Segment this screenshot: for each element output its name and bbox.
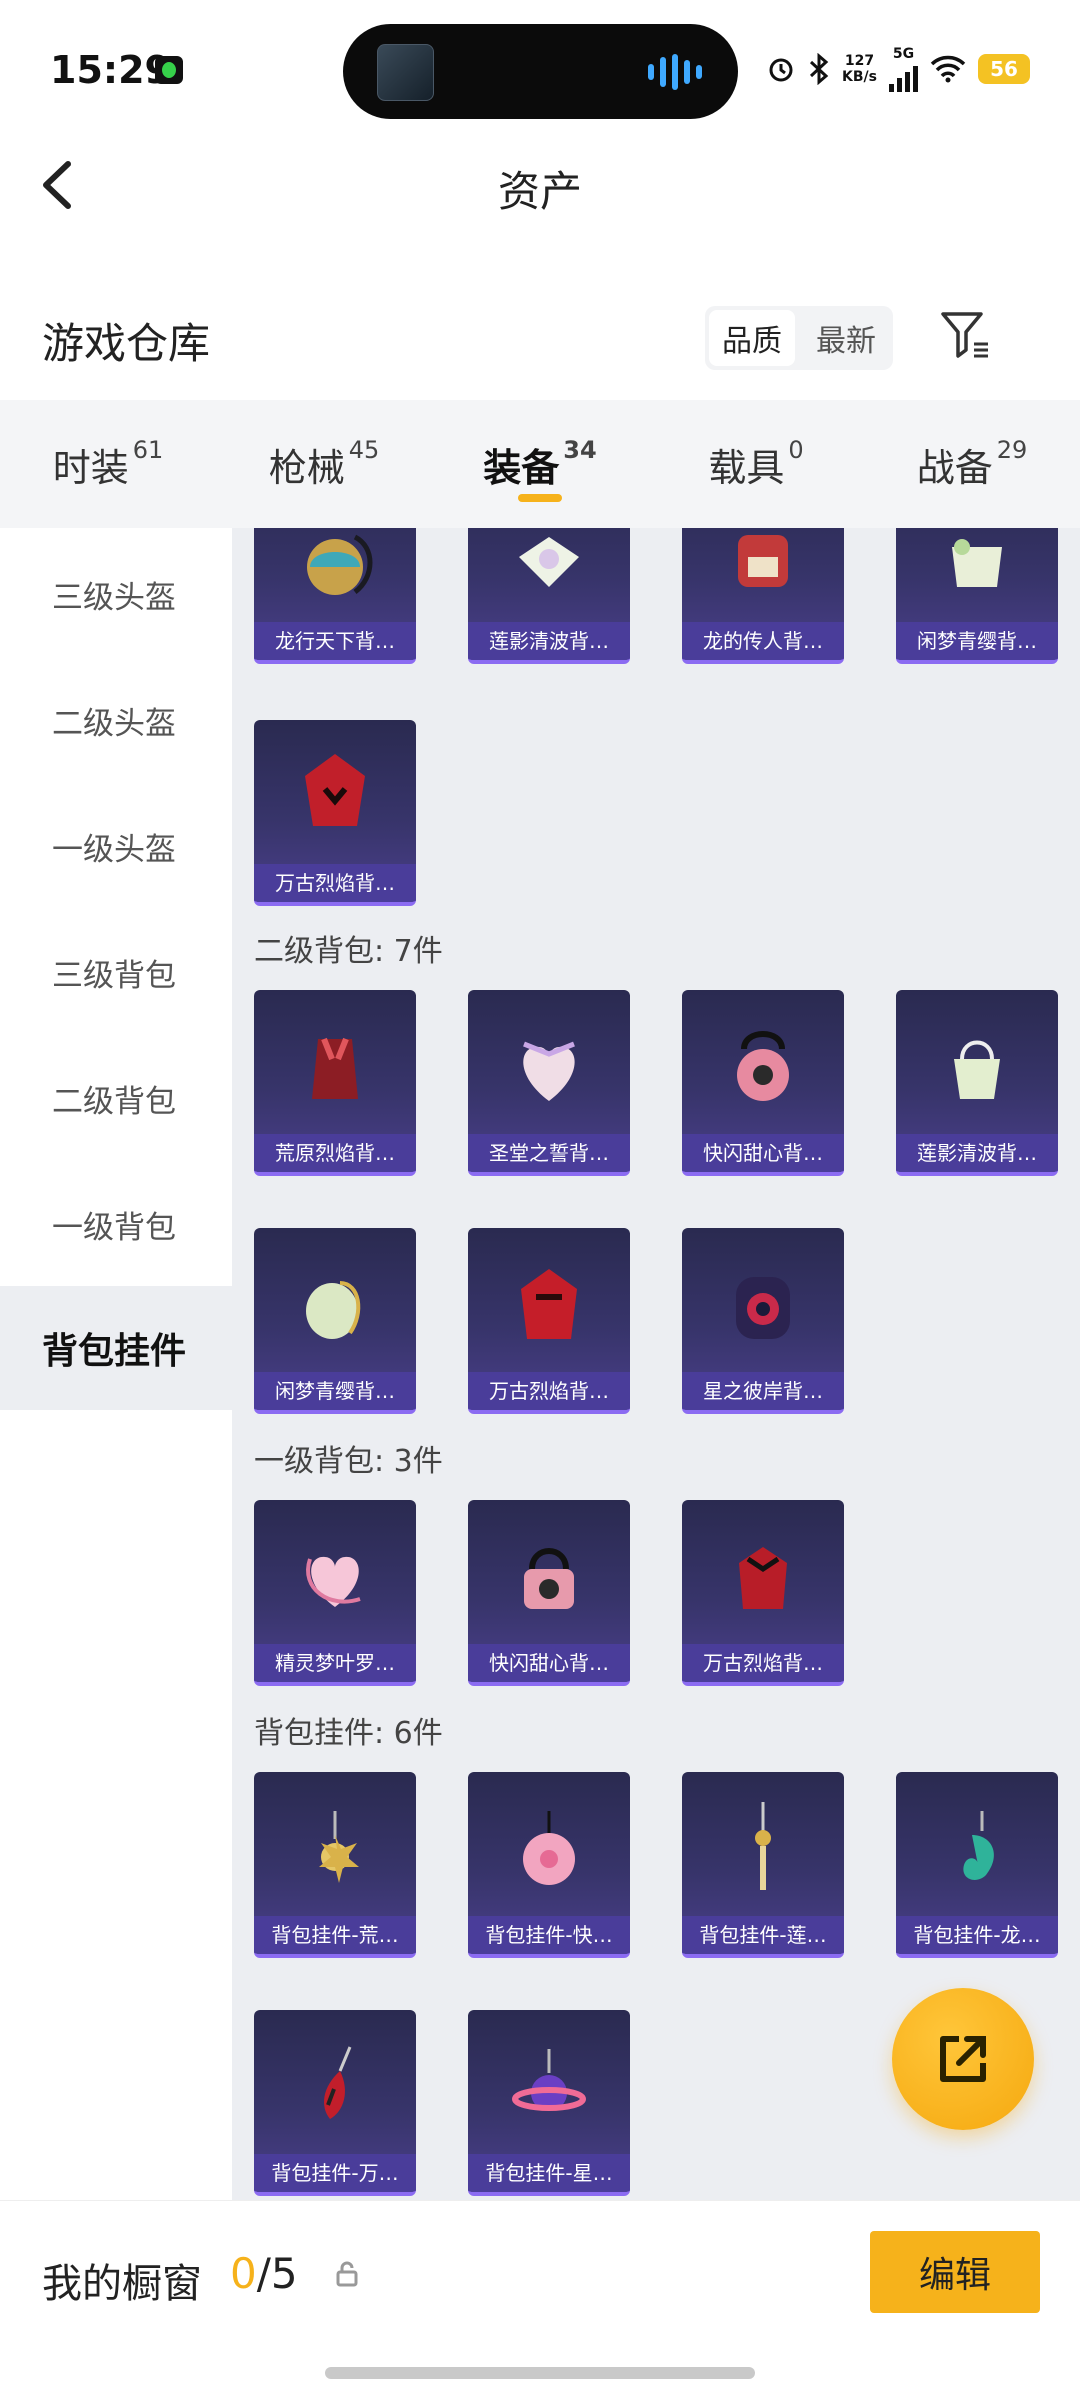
sort-quality-button[interactable]: 品质 xyxy=(709,310,795,366)
share-button[interactable] xyxy=(892,1988,1034,2130)
sun-charm-icon xyxy=(254,1772,416,1920)
status-time: 15:29 xyxy=(50,48,171,92)
red-backpack-icon xyxy=(682,1500,844,1648)
sidebar-item-lvl3-helmet[interactable]: 三级头盔 xyxy=(0,544,232,644)
heart-backpack-icon xyxy=(468,990,630,1138)
red-backpack-icon xyxy=(468,1228,630,1376)
galaxy-backpack-icon xyxy=(682,1228,844,1376)
warehouse-title: 游戏仓库 xyxy=(42,319,211,368)
bottom-bar: 我的橱窗 0/5 编辑 xyxy=(0,2200,1080,2401)
red-backpack-icon xyxy=(254,990,416,1138)
sidebar-item-lvl1-backpack[interactable]: 一级背包 xyxy=(0,1174,232,1274)
item-card[interactable]: 万古烈焰背… xyxy=(682,1500,844,1686)
item-card[interactable]: 背包挂件-莲… xyxy=(682,1772,844,1958)
item-card[interactable]: 莲影清波背… xyxy=(896,990,1058,1176)
cellular-icon: 5G xyxy=(889,46,918,92)
item-grid: 龙行天下背… 莲影清波背… 龙的传人背… 闲梦青缨背… 万古烈焰背… 二级背包:… xyxy=(232,528,1080,2200)
sidebar-item-lvl3-backpack[interactable]: 三级背包 xyxy=(0,922,232,1022)
battery-indicator: 56 xyxy=(978,54,1030,84)
item-card[interactable]: 星之彼岸背… xyxy=(682,1228,844,1414)
sort-toggle: 品质 最新 xyxy=(705,306,893,370)
item-card[interactable]: 龙的传人背… xyxy=(682,528,844,664)
app-notification-icon xyxy=(155,56,183,84)
home-indicator[interactable] xyxy=(325,2367,755,2379)
item-card[interactable]: 荒原烈焰背… xyxy=(254,990,416,1176)
wifi-icon xyxy=(930,55,966,83)
media-thumbnail xyxy=(377,44,434,101)
planet-charm-icon xyxy=(468,2010,630,2158)
dragon-charm-icon xyxy=(896,1772,1058,1920)
backpack-icon xyxy=(896,990,1058,1138)
red-backpack-icon xyxy=(254,720,416,868)
category-tabs: 时装 61 枪械 45 装备 34 载具 0 战备 29 xyxy=(0,400,1080,528)
pink-backpack-icon xyxy=(682,990,844,1138)
item-card[interactable]: 背包挂件-龙… xyxy=(896,1772,1058,1958)
edit-button[interactable]: 编辑 xyxy=(870,2231,1040,2313)
item-card[interactable]: 万古烈焰背… xyxy=(468,1228,630,1414)
sidebar: 三级头盔 二级头盔 一级头盔 三级背包 二级背包 一级背包 背包挂件 xyxy=(0,528,232,2200)
filter-icon[interactable] xyxy=(940,310,992,362)
section-title-lvl1: 一级背包: 3件 xyxy=(254,1444,443,1479)
bluetooth-icon xyxy=(810,53,829,85)
backpack-icon xyxy=(468,528,630,626)
camera-backpack-icon xyxy=(468,1500,630,1648)
sidebar-item-backpack-charm[interactable]: 背包挂件 xyxy=(0,1286,232,1410)
net-speed: 127 KB/s xyxy=(842,53,877,85)
sidebar-item-lvl1-helmet[interactable]: 一级头盔 xyxy=(0,796,232,896)
tab-vehicles[interactable]: 载具 0 xyxy=(648,400,864,528)
sidebar-item-lvl2-helmet[interactable]: 二级头盔 xyxy=(0,670,232,770)
status-bar: 15:29 127 KB/s 5G 56 xyxy=(0,0,1080,130)
audio-wave-icon xyxy=(648,54,708,90)
backpack-icon xyxy=(896,528,1058,626)
item-card[interactable]: 莲影清波背… xyxy=(468,528,630,664)
flame-charm-icon xyxy=(254,2010,416,2158)
item-card[interactable]: 精灵梦叶罗… xyxy=(254,1500,416,1686)
backpack-icon xyxy=(254,1228,416,1376)
alarm-icon xyxy=(769,58,793,82)
item-card[interactable]: 闲梦青缨背… xyxy=(254,1228,416,1414)
section-title-lvl2: 二级背包: 7件 xyxy=(254,934,443,969)
item-card[interactable]: 背包挂件-星… xyxy=(468,2010,630,2196)
tab-fashion[interactable]: 时装 61 xyxy=(0,400,216,528)
heart-backpack-icon xyxy=(254,1500,416,1648)
item-card[interactable]: 背包挂件-荒… xyxy=(254,1772,416,1958)
sidebar-item-lvl2-backpack[interactable]: 二级背包 xyxy=(0,1048,232,1148)
share-icon xyxy=(940,2036,986,2082)
status-icons: 127 KB/s 5G 56 xyxy=(766,46,1030,92)
page-title: 资产 xyxy=(497,167,582,216)
item-card[interactable]: 圣堂之誓背… xyxy=(468,990,630,1176)
lock-icon xyxy=(336,2261,358,2287)
top-nav: 资产 xyxy=(0,130,1080,240)
backpack-icon xyxy=(682,528,844,626)
tab-supplies[interactable]: 战备 29 xyxy=(864,400,1080,528)
showcase-label: 我的橱窗 xyxy=(42,2261,202,2307)
item-card[interactable]: 背包挂件-万… xyxy=(254,2010,416,2196)
item-card[interactable]: 闲梦青缨背… xyxy=(896,528,1058,664)
tab-guns[interactable]: 枪械 45 xyxy=(216,400,432,528)
helmet-backpack-icon xyxy=(254,528,416,626)
tassel-charm-icon xyxy=(682,1772,844,1920)
sort-newest-button[interactable]: 最新 xyxy=(803,310,889,366)
item-card[interactable]: 快闪甜心背… xyxy=(468,1500,630,1686)
section-title-charms: 背包挂件: 6件 xyxy=(254,1716,443,1751)
item-card[interactable]: 背包挂件-快… xyxy=(468,1772,630,1958)
dynamic-island[interactable] xyxy=(343,24,738,119)
item-card[interactable]: 快闪甜心背… xyxy=(682,990,844,1176)
tab-equipment[interactable]: 装备 34 xyxy=(432,400,648,528)
showcase-count: 0/5 xyxy=(230,2249,298,2298)
item-card[interactable]: 万古烈焰背… xyxy=(254,720,416,906)
item-card[interactable]: 龙行天下背… xyxy=(254,528,416,664)
pink-charm-icon xyxy=(468,1772,630,1920)
